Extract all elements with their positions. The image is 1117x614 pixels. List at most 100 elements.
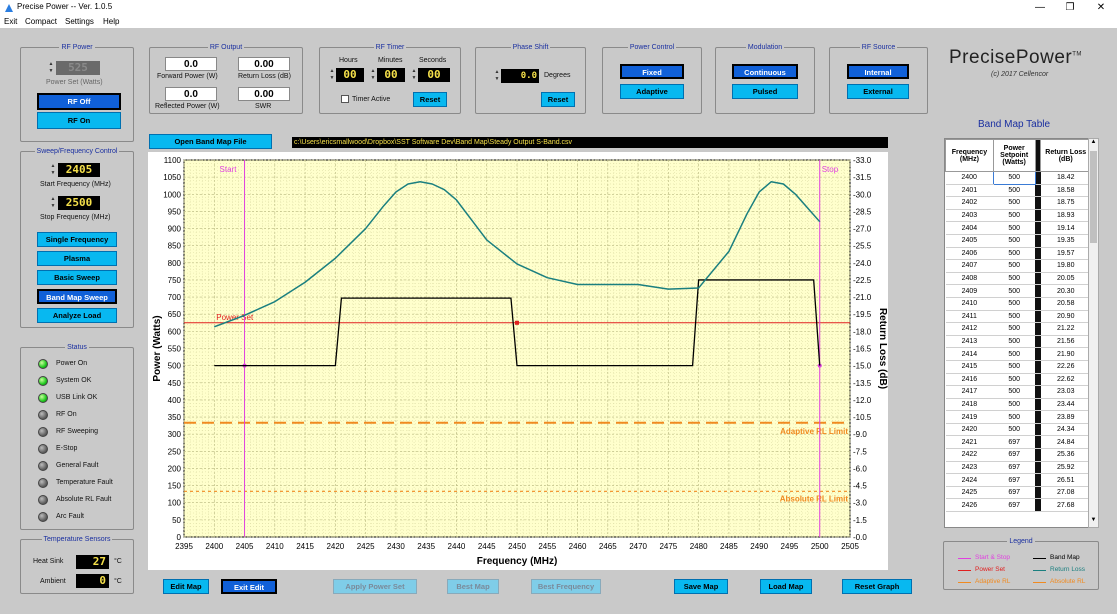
menu-help[interactable]: Help	[103, 17, 119, 26]
menu-settings[interactable]: Settings	[65, 17, 94, 26]
cell-power-setpoint[interactable]: 500	[993, 196, 1036, 210]
cell-power-setpoint[interactable]: 500	[993, 259, 1036, 273]
cell-power-setpoint[interactable]: 500	[993, 373, 1036, 387]
cell-power-setpoint[interactable]: 500	[993, 209, 1036, 223]
cell-power-setpoint[interactable]: 500	[993, 423, 1036, 437]
table-row[interactable]: 2402 500 18.75	[945, 196, 1089, 210]
scroll-thumb[interactable]	[1090, 151, 1097, 243]
cell-power-setpoint[interactable]: 500	[993, 184, 1036, 198]
save-map-button[interactable]: Save Map	[674, 579, 728, 594]
restore-button[interactable]: ❐	[1055, 0, 1085, 16]
cell-power-setpoint[interactable]: 500	[993, 360, 1036, 374]
cell-power-setpoint[interactable]: 500	[993, 234, 1036, 248]
external-button[interactable]: External	[847, 84, 909, 99]
seconds-spinner-icon[interactable]: ▲ ▼	[411, 68, 417, 82]
mode-button-plasma[interactable]: Plasma	[37, 251, 117, 266]
table-row[interactable]: 2425 697 27.08	[945, 486, 1089, 500]
hours-spinner-icon[interactable]: ▲ ▼	[329, 68, 335, 82]
table-row[interactable]: 2412 500 21.22	[945, 322, 1089, 336]
stop-freq-spinner-icon[interactable]: ▲ ▼	[50, 196, 56, 210]
hours-value[interactable]: 00	[336, 68, 364, 82]
exit-edit-button[interactable]: Exit Edit	[221, 579, 277, 594]
table-row[interactable]: 2417 500 23.03	[945, 385, 1089, 399]
table-row[interactable]: 2423 697 25.92	[945, 461, 1089, 475]
cell-power-setpoint[interactable]: 500	[993, 284, 1036, 298]
table-row[interactable]: 2400 500 18.42	[945, 171, 1089, 185]
table-row[interactable]: 2420 500 24.34	[945, 423, 1089, 437]
fixed-button[interactable]: Fixed	[620, 64, 684, 79]
adaptive-button[interactable]: Adaptive	[620, 84, 684, 99]
start-freq-spinner-icon[interactable]: ▲ ▼	[50, 163, 56, 177]
table-row[interactable]: 2405 500 19.35	[945, 234, 1089, 248]
table-row[interactable]: 2419 500 23.89	[945, 410, 1089, 424]
scroll-down-icon[interactable]: ▼	[1089, 517, 1098, 527]
start-frequency-value[interactable]: 2405	[58, 163, 100, 177]
cell-power-setpoint[interactable]: 500	[993, 347, 1036, 361]
cell-power-setpoint[interactable]: 500	[993, 398, 1036, 412]
seconds-value[interactable]: 00	[418, 68, 450, 82]
table-row[interactable]: 2410 500 20.58	[945, 297, 1089, 311]
table-row[interactable]: 2406 500 19.57	[945, 247, 1089, 261]
minutes-spinner-icon[interactable]: ▲ ▼	[370, 68, 376, 82]
rf-on-button[interactable]: RF On	[37, 112, 121, 129]
phase-reset-button[interactable]: Reset	[541, 92, 575, 107]
minimize-button[interactable]: —	[1025, 0, 1055, 16]
cell-power-setpoint[interactable]: 697	[993, 498, 1036, 513]
cell-power-setpoint[interactable]: 500	[992, 171, 1036, 185]
table-row[interactable]: 2424 697 26.51	[945, 473, 1089, 487]
power-set-value[interactable]: 525	[56, 61, 100, 75]
table-row[interactable]: 2411 500 20.90	[945, 310, 1089, 324]
cell-power-setpoint[interactable]: 697	[993, 435, 1036, 450]
mode-button-analyze-load[interactable]: Analyze Load	[37, 308, 117, 323]
mode-button-basic-sweep[interactable]: Basic Sweep	[37, 270, 117, 285]
table-row[interactable]: 2409 500 20.30	[945, 284, 1089, 298]
cell-power-setpoint[interactable]: 697	[993, 461, 1036, 475]
minutes-value[interactable]: 00	[377, 68, 405, 82]
cell-power-setpoint[interactable]: 697	[993, 448, 1036, 462]
timer-active-checkbox[interactable]	[341, 95, 349, 103]
timer-reset-button[interactable]: Reset	[413, 92, 447, 107]
internal-button[interactable]: Internal	[847, 64, 909, 79]
menu-compact[interactable]: Compact	[25, 17, 57, 26]
cell-power-setpoint[interactable]: 500	[993, 322, 1036, 336]
table-row[interactable]: 2408 500 20.05	[945, 272, 1089, 286]
cell-power-setpoint[interactable]: 500	[993, 310, 1036, 324]
cell-power-setpoint[interactable]: 697	[993, 473, 1036, 487]
edit-map-button[interactable]: Edit Map	[163, 579, 209, 594]
band-map-chart[interactable]: 2395 2400 2405 2410 2415 2420 2425 2430 2435 2440…	[148, 152, 888, 570]
close-button[interactable]: ✕	[1086, 0, 1116, 16]
cell-power-setpoint[interactable]: 697	[993, 486, 1036, 500]
cell-power-setpoint[interactable]: 500	[993, 385, 1036, 399]
table-row[interactable]: 2404 500 19.14	[945, 221, 1089, 235]
load-map-button[interactable]: Load Map	[760, 579, 812, 594]
table-row[interactable]: 2401 500 18.58	[945, 184, 1089, 198]
phase-shift-value[interactable]: 0.0	[501, 69, 539, 83]
table-row[interactable]: 2414 500 21.90	[945, 347, 1089, 361]
table-row[interactable]: 2416 500 22.62	[945, 373, 1089, 387]
table-row[interactable]: 2418 500 23.44	[945, 398, 1089, 412]
table-row[interactable]: 2426 697 27.68	[945, 498, 1089, 513]
mode-button-single-frequency[interactable]: Single Frequency	[37, 232, 117, 247]
cell-power-setpoint[interactable]: 500	[993, 272, 1036, 286]
table-row[interactable]: 2403 500 18.93	[945, 209, 1089, 223]
cell-power-setpoint[interactable]: 500	[993, 335, 1036, 349]
reset-graph-button[interactable]: Reset Graph	[842, 579, 912, 594]
cell-power-setpoint[interactable]: 500	[993, 410, 1036, 424]
table-scrollbar[interactable]: ▲ ▼	[1088, 138, 1099, 528]
pulsed-button[interactable]: Pulsed	[732, 84, 798, 99]
table-row[interactable]: 2422 697 25.36	[945, 448, 1089, 462]
power-set-spinner-icon[interactable]: ▲ ▼	[48, 61, 54, 75]
table-row[interactable]: 2407 500 19.80	[945, 259, 1089, 273]
rf-off-button[interactable]: RF Off	[37, 93, 121, 110]
cell-power-setpoint[interactable]: 500	[993, 297, 1036, 311]
power-set-marker[interactable]	[515, 320, 519, 325]
phase-spinner-icon[interactable]: ▲ ▼	[494, 69, 500, 83]
mode-button-band-map-sweep[interactable]: Band Map Sweep	[37, 289, 117, 304]
table-row[interactable]: 2421 697 24.84	[945, 435, 1089, 450]
cell-power-setpoint[interactable]: 500	[993, 247, 1036, 261]
table-row[interactable]: 2415 500 22.26	[945, 360, 1089, 374]
table-row[interactable]: 2413 500 21.56	[945, 335, 1089, 349]
menu-exit[interactable]: Exit	[4, 17, 17, 26]
cell-power-setpoint[interactable]: 500	[993, 221, 1036, 235]
scroll-up-icon[interactable]: ▲	[1089, 139, 1098, 149]
